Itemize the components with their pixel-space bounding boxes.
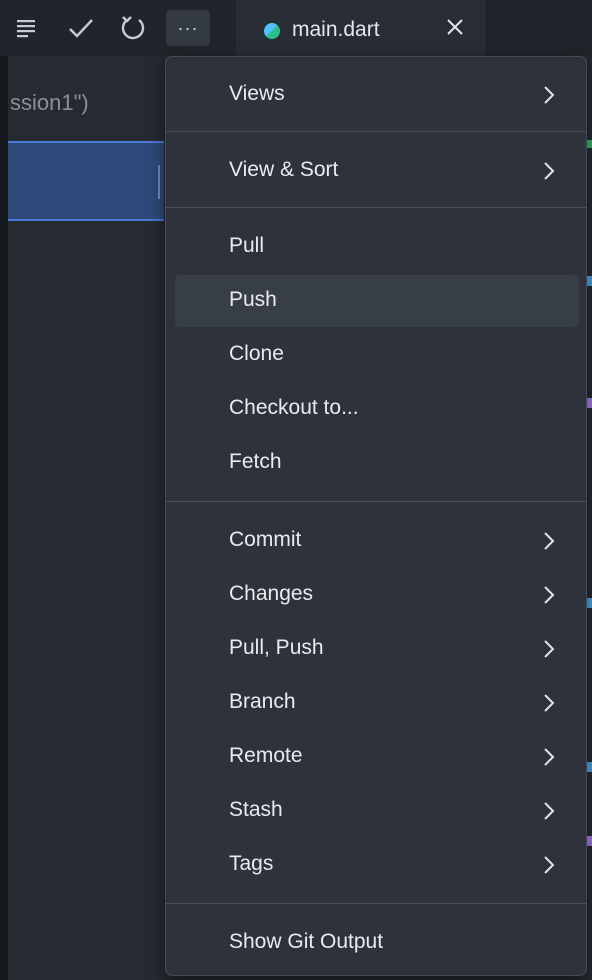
chevron-right-icon [544,86,555,104]
window-edge [0,0,8,980]
tab-label: main.dart [292,18,380,41]
chevron-right-icon [544,694,555,712]
check-icon[interactable] [64,12,98,44]
menu-item-commit[interactable]: Commit [175,515,579,567]
chevron-right-icon [544,640,555,658]
menu-separator [166,903,586,904]
code-fragment: ssion1") [10,90,89,115]
menu-item-branch[interactable]: Branch [175,677,579,729]
menu-item-show-git-output[interactable]: Show Git Output [175,917,579,969]
app-window: ··· main.dart ssion1") Views View & Sort… [0,0,592,980]
selected-line [8,141,164,221]
menu-item-view-sort[interactable]: View & Sort [175,145,579,197]
menu-separator [166,207,586,208]
menu-item-label: Commit [229,528,302,551]
menu-item-tags[interactable]: Tags [175,839,579,891]
menu-item-remote[interactable]: Remote [175,731,579,783]
menu-item-stash[interactable]: Stash [175,785,579,837]
menu-item-label: Tags [229,852,274,875]
chevron-right-icon [544,532,555,550]
menu-item-label: Clone [229,342,284,365]
chevron-right-icon [544,856,555,874]
menu-item-pull[interactable]: Pull [175,221,579,273]
menu-item-label: Show Git Output [229,930,384,953]
chevron-right-icon [544,748,555,766]
dart-file-icon [264,23,280,39]
text-cursor [158,165,160,199]
menu-item-push[interactable]: Push [175,275,579,327]
menu-item-label: Pull [229,234,265,257]
list-icon[interactable] [12,12,40,44]
menu-separator [166,131,586,132]
refresh-icon[interactable] [116,12,150,44]
menu-item-changes[interactable]: Changes [175,569,579,621]
toolbar: ··· main.dart [0,0,592,56]
menu-item-label: Fetch [229,450,282,473]
menu-item-clone[interactable]: Clone [175,329,579,381]
menu-item-checkout[interactable]: Checkout to... [175,383,579,435]
more-icon: ··· [177,17,199,38]
tab-main-dart[interactable]: main.dart [236,0,487,56]
menu-separator [166,501,586,502]
menu-item-label: Pull, Push [229,636,324,659]
git-more-actions-menu: Views View & Sort Pull Push Clone Checko… [165,56,587,976]
chevron-right-icon [544,802,555,820]
menu-item-label: Remote [229,744,303,767]
menu-item-label: Push [229,288,277,311]
close-icon[interactable] [442,14,468,40]
menu-item-label: Stash [229,798,283,821]
more-button[interactable]: ··· [166,10,210,46]
menu-item-label: View & Sort [229,158,339,181]
chevron-right-icon [544,586,555,604]
menu-item-fetch[interactable]: Fetch [175,437,579,489]
menu-item-label: Changes [229,582,314,605]
chevron-right-icon [544,162,555,180]
menu-item-label: Branch [229,690,296,713]
menu-item-pull-push[interactable]: Pull, Push [175,623,579,675]
menu-item-label: Checkout to... [229,396,359,419]
menu-item-views[interactable]: Views [175,69,579,121]
menu-item-label: Views [229,82,285,105]
